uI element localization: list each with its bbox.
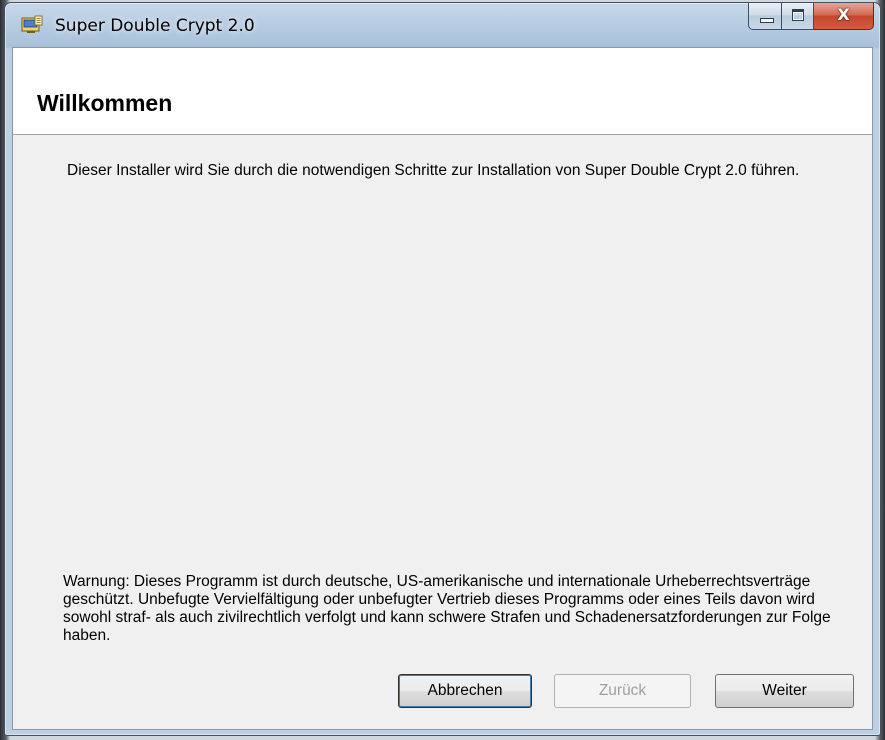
next-button[interactable]: Weiter	[715, 674, 854, 708]
maximize-button[interactable]	[782, 3, 814, 30]
copyright-warning-text: Warnung: Dieses Programm ist durch deuts…	[63, 573, 831, 644]
close-button[interactable]: X	[814, 3, 874, 30]
intro-text: Dieser Installer wird Sie durch die notw…	[67, 162, 800, 179]
minimize-icon	[760, 18, 774, 23]
minimize-button[interactable]	[748, 3, 782, 30]
close-icon: X	[837, 5, 850, 24]
cancel-button[interactable]: Abbrechen	[398, 674, 532, 708]
caption-buttons: X	[748, 3, 874, 31]
back-button[interactable]: Zurück	[554, 674, 691, 708]
installer-app-icon	[21, 15, 43, 33]
page-title: Willkommen	[37, 90, 173, 116]
installer-window: Super Double Crypt 2.0 X Willkommen Dies…	[4, 2, 881, 736]
title-bar[interactable]: Super Double Crypt 2.0 X	[5, 3, 880, 47]
maximize-icon	[792, 9, 804, 21]
window-title: Super Double Crypt 2.0	[55, 16, 255, 36]
wizard-client-area: Willkommen Dieser Installer wird Sie dur…	[12, 47, 873, 730]
